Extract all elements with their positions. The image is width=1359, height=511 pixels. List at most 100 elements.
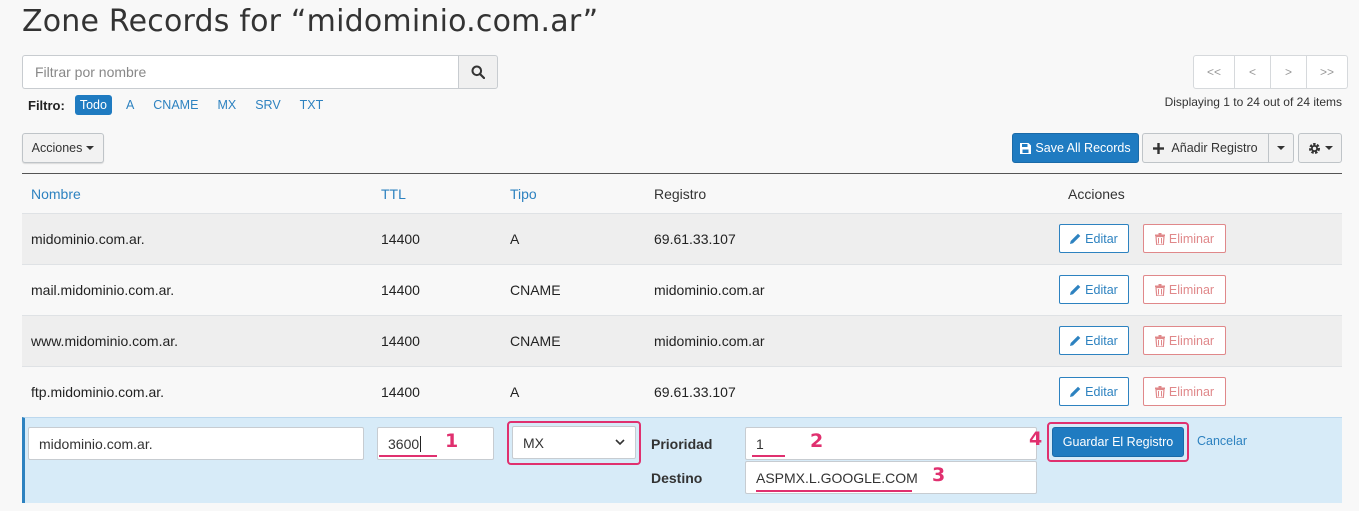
- pencil-icon: [1070, 386, 1081, 397]
- filter-bar: Filtro: Todo A CNAME MX SRV TXT: [28, 95, 337, 115]
- annotation-number: 1: [445, 430, 459, 452]
- column-header-ttl[interactable]: TTL: [381, 186, 406, 202]
- prioridad-input[interactable]: 1: [745, 427, 1037, 460]
- cell-registro: 69.61.33.107: [654, 231, 736, 247]
- cell-ttl: 14400: [381, 333, 420, 349]
- filter-cname[interactable]: CNAME: [148, 95, 203, 115]
- annotation-number: 2: [810, 430, 824, 452]
- column-header-tipo[interactable]: Tipo: [510, 186, 537, 202]
- edit-label: Editar: [1085, 231, 1118, 246]
- cell-tipo: CNAME: [510, 282, 561, 298]
- prioridad-label: Prioridad: [651, 436, 713, 452]
- edit-label: Editar: [1085, 333, 1118, 348]
- settings-dropdown-button[interactable]: [1298, 133, 1342, 163]
- annotation-underline: [752, 455, 785, 457]
- pagination: << < > >>: [1193, 55, 1348, 89]
- tipo-select[interactable]: MX: [512, 426, 636, 459]
- pagination-status: Displaying 1 to 24 out of 24 items: [1164, 95, 1342, 109]
- cell-ttl: 14400: [381, 384, 420, 400]
- cell-ttl: 14400: [381, 231, 420, 247]
- pager-last-button[interactable]: >>: [1306, 55, 1348, 89]
- page-title: Zone Records for “midominio.com.ar”: [22, 4, 599, 39]
- acciones-dropdown-button[interactable]: Acciones: [22, 133, 104, 163]
- table-row: midominio.com.ar. 14400 A 69.61.33.107 E…: [22, 213, 1342, 264]
- filter-mx[interactable]: MX: [212, 95, 241, 115]
- column-header-nombre[interactable]: Nombre: [31, 186, 81, 202]
- annotation-underline: [379, 455, 437, 457]
- cell-nombre: mail.midominio.com.ar.: [31, 282, 175, 298]
- prioridad-value: 1: [756, 435, 764, 452]
- nombre-value: midominio.com.ar.: [39, 435, 153, 452]
- trash-icon: [1154, 334, 1165, 347]
- delete-button[interactable]: Eliminar: [1143, 275, 1226, 304]
- annotation-number: 4: [1029, 428, 1043, 450]
- text-cursor: [420, 435, 422, 452]
- edit-record-row: midominio.com.ar. 3600 1 MX Prioridad 1 …: [22, 417, 1342, 503]
- filter-srv[interactable]: SRV: [250, 95, 285, 115]
- column-header-acciones: Acciones: [1068, 186, 1125, 202]
- table-row: mail.midominio.com.ar. 14400 CNAME midom…: [22, 264, 1342, 315]
- delete-button[interactable]: Eliminar: [1143, 377, 1226, 406]
- filter-txt[interactable]: TXT: [295, 95, 329, 115]
- ttl-value: 3600: [388, 435, 420, 452]
- edit-button[interactable]: Editar: [1059, 224, 1129, 253]
- save-record-button[interactable]: Guardar El Registro: [1052, 427, 1184, 457]
- tipo-selected-value: MX: [523, 434, 544, 451]
- plus-icon: [1153, 142, 1165, 154]
- cell-registro: midominio.com.ar: [654, 333, 765, 349]
- table-row: ftp.midominio.com.ar. 14400 A 69.61.33.1…: [22, 366, 1342, 417]
- edit-button[interactable]: Editar: [1059, 275, 1129, 304]
- add-record-group: Añadir Registro: [1142, 133, 1294, 163]
- cell-nombre: ftp.midominio.com.ar.: [31, 384, 165, 400]
- filter-a[interactable]: A: [121, 95, 139, 115]
- add-record-button[interactable]: Añadir Registro: [1142, 133, 1269, 163]
- delete-button[interactable]: Eliminar: [1143, 326, 1226, 355]
- delete-label: Eliminar: [1168, 333, 1215, 348]
- delete-label: Eliminar: [1168, 384, 1215, 399]
- acciones-label: Acciones: [31, 141, 83, 155]
- edit-button[interactable]: Editar: [1059, 377, 1129, 406]
- pager-prev-button[interactable]: <: [1234, 55, 1271, 89]
- edit-label: Editar: [1085, 282, 1118, 297]
- cell-tipo: CNAME: [510, 333, 561, 349]
- trash-icon: [1154, 232, 1165, 245]
- cell-tipo: A: [510, 384, 520, 400]
- delete-label: Eliminar: [1168, 282, 1215, 297]
- zone-records-table: Nombre TTL Tipo Registro Acciones midomi…: [22, 173, 1342, 503]
- annotation-underline: [756, 490, 912, 492]
- table-header: Nombre TTL Tipo Registro Acciones: [22, 174, 1342, 213]
- delete-label: Eliminar: [1168, 231, 1215, 246]
- edit-button[interactable]: Editar: [1059, 326, 1129, 355]
- pencil-icon: [1070, 335, 1081, 346]
- pager-next-button[interactable]: >: [1270, 55, 1307, 89]
- gear-icon: [1308, 142, 1320, 154]
- cancel-link[interactable]: Cancelar: [1197, 434, 1247, 448]
- save-all-records-button[interactable]: Save All Records: [1012, 133, 1139, 163]
- add-record-label: Añadir Registro: [1171, 141, 1258, 155]
- table-row: www.midominio.com.ar. 14400 CNAME midomi…: [22, 315, 1342, 366]
- chevron-down-icon: [615, 439, 625, 446]
- add-record-dropdown-toggle[interactable]: [1269, 133, 1294, 163]
- caret-down-icon: [1324, 146, 1333, 150]
- nombre-input[interactable]: midominio.com.ar.: [28, 427, 364, 460]
- pencil-icon: [1070, 284, 1081, 295]
- delete-button[interactable]: Eliminar: [1143, 224, 1226, 253]
- filter-todo[interactable]: Todo: [74, 95, 112, 115]
- caret-down-icon: [1277, 146, 1285, 150]
- edit-label: Editar: [1085, 384, 1118, 399]
- trash-icon: [1154, 283, 1165, 296]
- save-all-label: Save All Records: [1035, 141, 1131, 155]
- cell-nombre: midominio.com.ar.: [31, 231, 145, 247]
- search-bar: [22, 55, 498, 89]
- cell-nombre: www.midominio.com.ar.: [31, 333, 179, 349]
- annotation-number: 3: [932, 464, 946, 486]
- search-icon: [471, 65, 485, 79]
- search-input[interactable]: [22, 55, 458, 89]
- destino-label: Destino: [651, 470, 703, 486]
- trash-icon: [1154, 385, 1165, 398]
- pager-first-button[interactable]: <<: [1193, 55, 1235, 89]
- cell-ttl: 14400: [381, 282, 420, 298]
- search-button[interactable]: [458, 55, 498, 89]
- floppy-disk-icon: [1020, 142, 1032, 154]
- cell-tipo: A: [510, 231, 520, 247]
